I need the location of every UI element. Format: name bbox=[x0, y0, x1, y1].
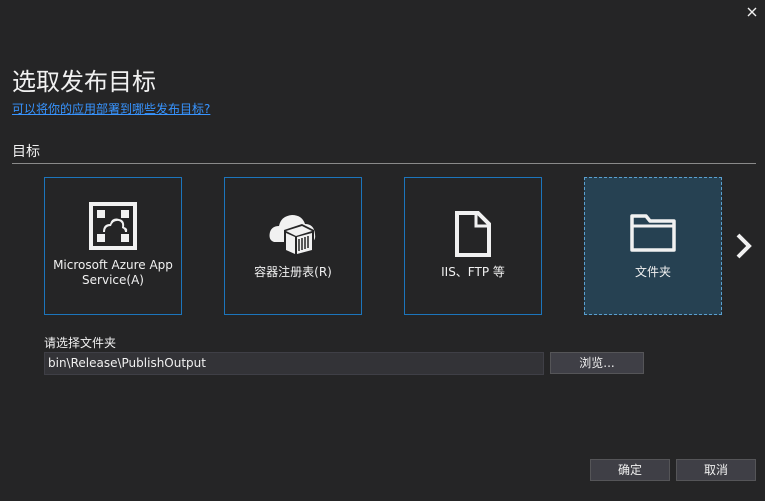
folder-icon bbox=[630, 214, 676, 252]
chevron-right-icon bbox=[736, 233, 752, 259]
target-label: IIS、FTP 等 bbox=[441, 265, 505, 279]
target-tile-container-registry[interactable]: 容器注册表(R) bbox=[224, 177, 362, 315]
target-label: 文件夹 bbox=[634, 265, 671, 279]
azure-app-service-icon bbox=[89, 202, 137, 250]
document-icon bbox=[455, 211, 491, 257]
browse-button[interactable]: 浏览... bbox=[550, 352, 644, 374]
section-divider bbox=[12, 163, 756, 164]
ok-button[interactable]: 确定 bbox=[590, 459, 670, 481]
target-label: 容器注册表(R) bbox=[254, 265, 332, 279]
target-tile-iis-ftp[interactable]: IIS、FTP 等 bbox=[404, 177, 542, 315]
next-targets-button[interactable] bbox=[733, 232, 755, 260]
folder-field-label: 请选择文件夹 bbox=[44, 336, 117, 350]
help-link[interactable]: 可以将你的应用部署到哪些发布目标? bbox=[12, 100, 210, 117]
section-label: 目标 bbox=[12, 144, 40, 160]
close-button[interactable] bbox=[745, 4, 759, 18]
target-label: Microsoft Azure App Service(A) bbox=[53, 258, 173, 287]
container-registry-icon bbox=[269, 215, 316, 256]
folder-path-input[interactable]: bin\Release\PublishOutput bbox=[44, 352, 544, 375]
target-tile-folder[interactable]: 文件夹 bbox=[584, 177, 722, 315]
close-icon bbox=[747, 7, 757, 17]
dialog-title: 选取发布目标 bbox=[12, 68, 156, 96]
cancel-button[interactable]: 取消 bbox=[676, 459, 756, 481]
target-tile-azure-app-service[interactable]: Microsoft Azure App Service(A) bbox=[44, 177, 182, 315]
